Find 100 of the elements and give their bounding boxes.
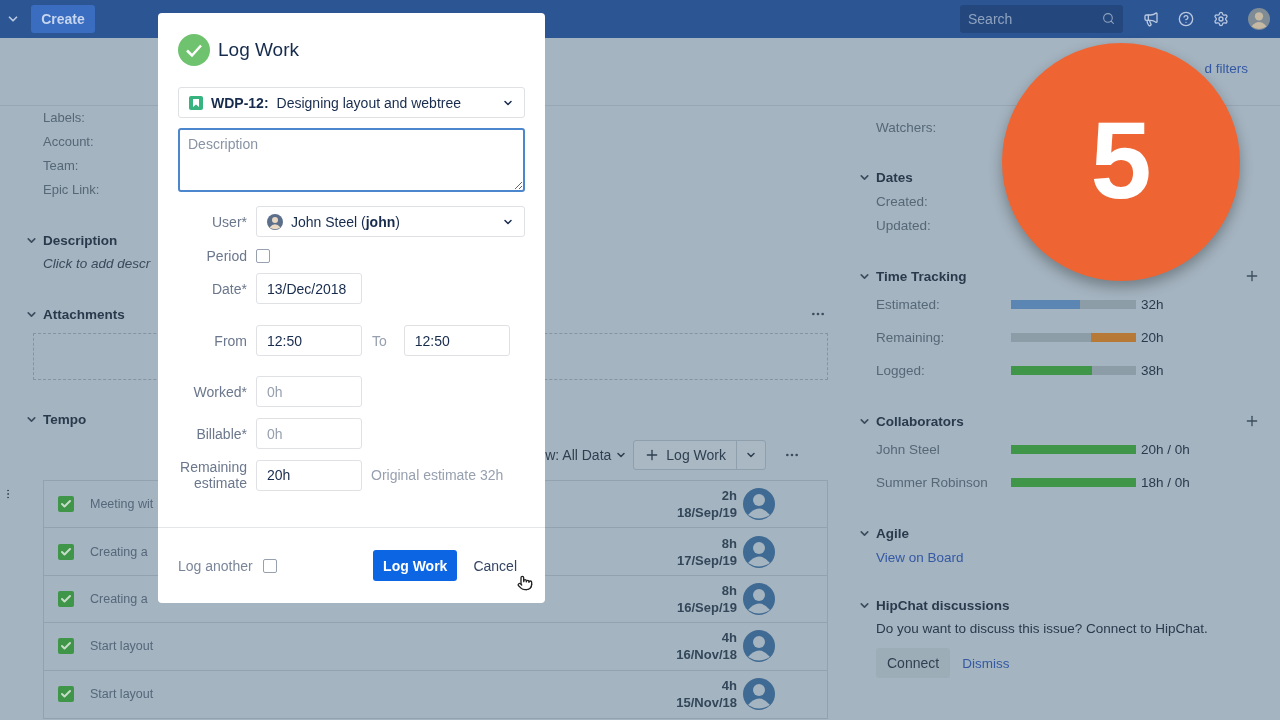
hipchat-message: Do you want to discuss this issue? Connect to HipChat. (875, 620, 1209, 638)
worklog-title: Creating a (90, 544, 149, 559)
section-title: Tempo (43, 411, 87, 427)
view-filter[interactable]: w: All Data (545, 447, 628, 463)
period-checkbox[interactable] (256, 249, 270, 263)
field-label: Labels: (43, 109, 85, 127)
time-field[interactable]: 12:50 (403, 325, 510, 356)
avatar-icon (743, 582, 775, 615)
avatar-icon (743, 488, 775, 521)
check-icon (60, 640, 72, 653)
tracking-label: John Steel (876, 442, 941, 457)
worklog-date: 17/Sep/19 (677, 551, 737, 569)
search-icon[interactable] (1102, 12, 1115, 25)
check-icon (60, 592, 72, 605)
tracking-value: 32h (1141, 297, 1165, 312)
checkbox[interactable] (58, 638, 74, 655)
date-field[interactable]: 13/Dec/2018 (256, 273, 362, 304)
field-label: Billable* (195, 425, 247, 442)
field-label: User* (211, 213, 247, 230)
worklog-title: Meeting wit (90, 497, 155, 512)
description-field[interactable]: Description (178, 128, 525, 192)
section-title: Attachments (43, 306, 125, 322)
worklog-hours: 8h (721, 581, 737, 599)
field-label: Updated: (876, 217, 931, 233)
log-work-button[interactable]: Log Work (634, 441, 737, 469)
check-icon (178, 34, 210, 66)
field-label: Period (205, 248, 247, 264)
section-title: HipChat discussions (876, 597, 1010, 613)
field-label: Epic Link: (43, 181, 100, 199)
tracking-value: 20h (1141, 330, 1165, 345)
field-label: Watchers: (876, 119, 937, 135)
log-work-split-button[interactable]: Log Work (633, 440, 766, 470)
tracking-value: 18h / 0h (1141, 475, 1191, 490)
section-title: Collaborators (876, 413, 964, 429)
cancel-button[interactable]: Cancel (465, 550, 525, 581)
field-label: Created: (876, 193, 928, 209)
dismiss-link[interactable]: Dismiss (962, 655, 1010, 671)
section-title: Agile (876, 525, 909, 541)
worked-field[interactable]: 0h (256, 376, 362, 407)
view-on-board-link[interactable]: View on Board (876, 549, 964, 565)
section-title: Time Tracking (876, 268, 967, 284)
search-field[interactable]: Search (960, 5, 1123, 33)
checkbox[interactable] (58, 496, 74, 513)
field-label: From (213, 332, 247, 349)
checkbox[interactable] (58, 590, 74, 607)
billable-field[interactable]: 0h (256, 418, 362, 449)
plus-icon[interactable] (1244, 268, 1260, 284)
connect-button[interactable]: Connect (876, 648, 951, 678)
user-avatar (1248, 8, 1270, 30)
issue-select[interactable]: WDP-12: Designing layout and webtree (178, 87, 525, 118)
filters-link[interactable]: d filters (1204, 61, 1248, 76)
worklog-date: 16/Sep/19 (677, 598, 737, 616)
field-label: Team: (43, 157, 79, 175)
time-field[interactable]: 12:50 (256, 325, 362, 356)
remaining-field[interactable]: 20h (256, 459, 362, 491)
check-icon (60, 545, 72, 558)
section-title: Description (43, 232, 118, 248)
plus-icon[interactable] (1244, 413, 1260, 429)
tracking-label: Summer Robinson (876, 475, 989, 490)
check-icon (60, 498, 72, 511)
help-icon[interactable] (1178, 11, 1194, 27)
tracking-label: Logged: (876, 363, 926, 378)
hand-cursor-icon (517, 575, 533, 591)
bookmark-icon (189, 95, 203, 110)
worklog-title: Start layout (90, 687, 155, 702)
create-button[interactable]: Create (31, 5, 95, 33)
dialog-title: Log Work (218, 39, 299, 61)
user-select[interactable]: John Steel (john) (256, 206, 525, 237)
check-icon (60, 688, 72, 701)
avatar-icon (743, 535, 775, 568)
field-label: To (372, 332, 387, 349)
field-label: Date* (210, 280, 247, 297)
log-another-label: Log another (178, 557, 253, 574)
estimate-hint: Original estimate 32h (371, 467, 504, 483)
tracking-label: Remaining: (876, 330, 946, 345)
megaphone-icon[interactable] (1143, 11, 1159, 27)
avatar-icon (743, 678, 775, 711)
log-another-checkbox[interactable] (262, 558, 277, 573)
field-label: Account: (43, 133, 94, 151)
avatar-icon (267, 213, 283, 230)
log-work-submit-button[interactable]: Log Work (373, 550, 458, 581)
settings-icon[interactable] (1213, 11, 1229, 27)
avatar-icon (743, 630, 775, 663)
worklog-title: Start layout (90, 639, 155, 654)
field-label: Worked* (192, 383, 247, 400)
tracking-value: 20h / 0h (1141, 442, 1191, 457)
worklog-date: 16/Nov/18 (676, 646, 737, 664)
field-label: Remaining estimate (179, 459, 247, 491)
worklog-hours: 8h (721, 534, 737, 552)
worklog-hours: 4h (721, 677, 737, 695)
worklog-hours: 4h (721, 629, 737, 647)
tracking-label: Estimated: (876, 297, 941, 312)
worklog-date: 18/Sep/19 (677, 504, 737, 522)
section-title: Dates (876, 169, 913, 185)
worklog-title: Creating a (90, 591, 149, 606)
tracking-value: 38h (1141, 363, 1165, 378)
worklog-hours: 2h (721, 487, 737, 505)
worklog-date: 15/Nov/18 (676, 694, 737, 712)
checkbox[interactable] (58, 543, 74, 560)
checkbox[interactable] (58, 686, 74, 703)
